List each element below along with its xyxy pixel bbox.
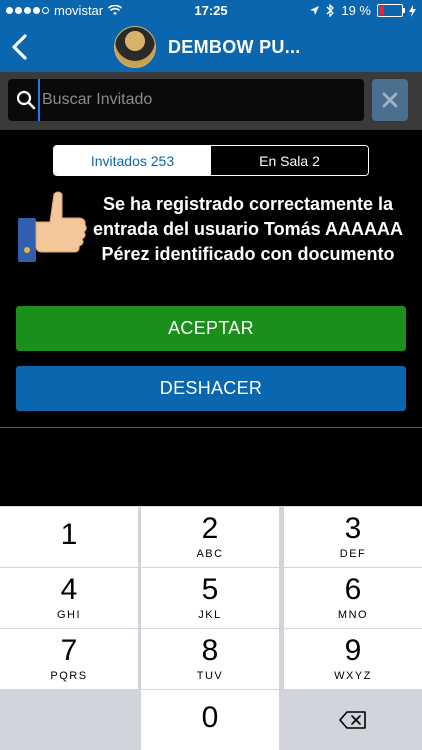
delete-icon	[339, 711, 366, 729]
event-avatar	[114, 26, 156, 68]
undo-button[interactable]: DESHACER	[16, 366, 406, 411]
numeric-keypad: 1 2 ABC 3 DEF 4 GHI 5 JKL 6 MNO 7 PQRS 8 TUV 9W…	[0, 506, 422, 750]
tab-invitados[interactable]: Invitados 253	[54, 146, 211, 175]
status-right: 19 %	[309, 3, 416, 18]
search-input[interactable]	[38, 79, 360, 121]
bluetooth-icon	[326, 4, 335, 17]
delete-key[interactable]	[284, 690, 422, 750]
location-icon	[310, 6, 320, 15]
key-9[interactable]: 9 WXYZ	[284, 629, 422, 689]
key-6[interactable]: 6 MNO	[284, 568, 422, 628]
clear-button[interactable]	[372, 79, 408, 121]
search-icon	[16, 90, 36, 110]
status-bar: movistar 17:25 19 %	[0, 0, 422, 22]
tab-en-sala[interactable]: En Sala 2	[211, 146, 368, 175]
key-blank	[0, 690, 138, 750]
key-4[interactable]: 4 GHI	[0, 568, 138, 628]
key-2[interactable]: 2 ABC	[141, 507, 279, 567]
battery-icon	[377, 4, 405, 17]
key-8[interactable]: 8 TUV	[141, 629, 279, 689]
charging-icon	[409, 4, 416, 17]
search-bar	[0, 72, 422, 130]
guest-tabs: Invitados 253 En Sala 2	[53, 145, 369, 176]
key-5[interactable]: 5 JKL	[141, 568, 279, 628]
key-0[interactable]: 0	[141, 690, 279, 750]
page-title: DEMBOW PU...	[168, 37, 301, 57]
confirmation-message: Se ha registrado correctamente la entrad…	[92, 194, 404, 264]
back-icon[interactable]	[8, 32, 32, 62]
search-field	[8, 79, 364, 121]
clear-icon	[382, 92, 398, 108]
thumbs-up-icon	[18, 191, 87, 262]
navigation-bar: DEMBOW PU...	[0, 22, 422, 72]
divider	[0, 427, 422, 428]
battery-percent: 19 %	[341, 3, 371, 18]
accept-button[interactable]: ACEPTAR	[16, 306, 406, 351]
key-7[interactable]: 7 PQRS	[0, 629, 138, 689]
key-3[interactable]: 3 DEF	[284, 507, 422, 567]
key-1[interactable]: 1	[0, 507, 138, 567]
